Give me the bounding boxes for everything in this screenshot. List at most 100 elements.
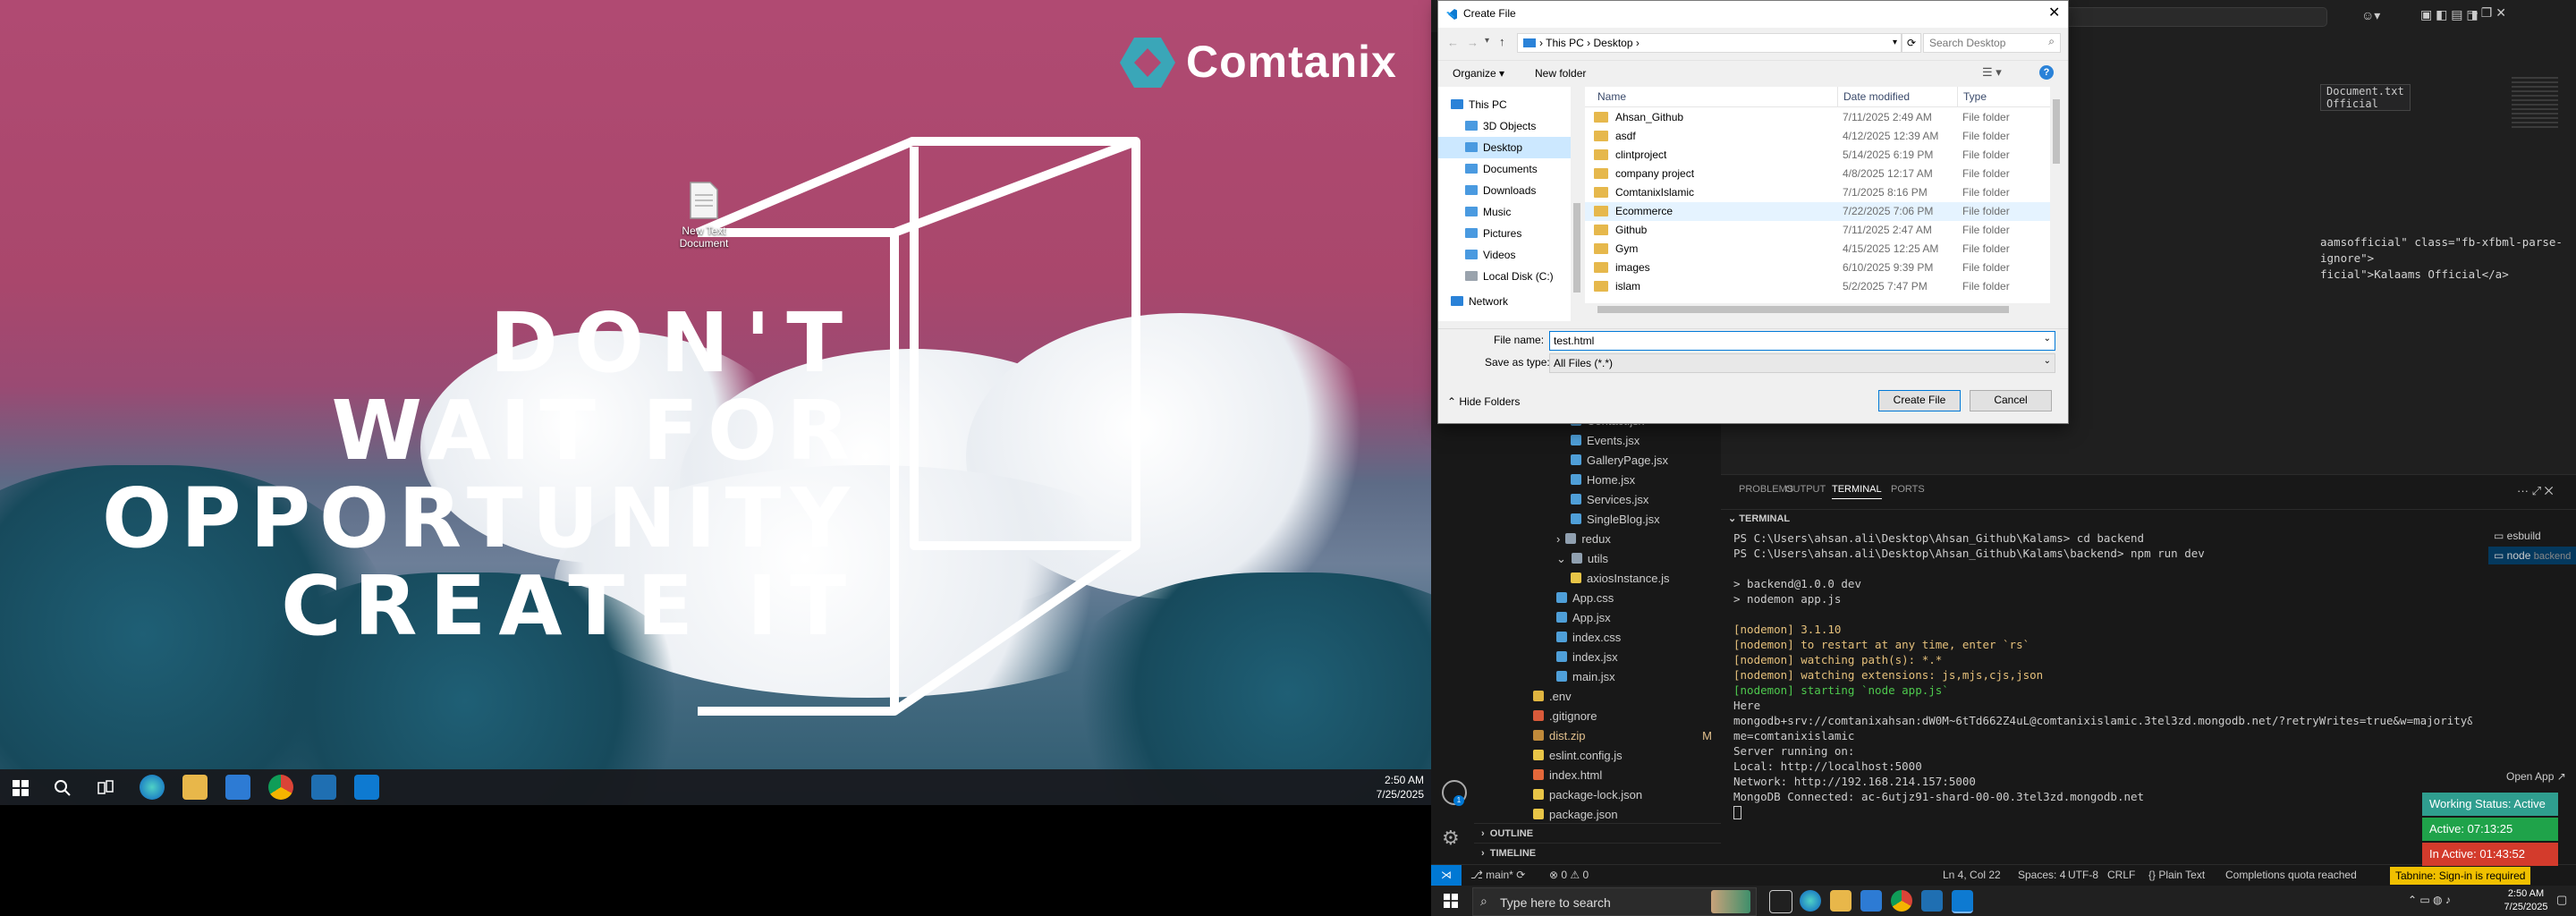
explorer-item[interactable]: App.jsx (1474, 608, 1721, 628)
explorer-item[interactable]: index.css (1474, 628, 1721, 648)
list-hscroll-thumb[interactable] (1597, 306, 2009, 313)
task-view-icon[interactable] (1769, 890, 1792, 913)
nav-item-music[interactable]: Music (1438, 201, 1571, 223)
task-view-icon[interactable] (97, 779, 114, 797)
view-options-icon[interactable]: ☰ ▾ (1982, 65, 2002, 80)
file-explorer-icon[interactable] (1830, 890, 1852, 912)
col-name[interactable]: Name (1597, 87, 1626, 106)
window-controls[interactable]: ─ ❐ ✕ (2469, 5, 2506, 21)
panel-tab-ports[interactable]: PORTS (1891, 484, 1925, 495)
address-bar[interactable]: › This PC › Desktop › ▾ (1517, 33, 1902, 53)
dialog-search-input[interactable]: Search Desktop ⌕ (1923, 33, 2061, 53)
explorer-item[interactable]: App.css (1474, 589, 1721, 608)
forward-arrow-icon[interactable]: → (1467, 36, 1479, 49)
file-row[interactable]: clintproject 5/14/2025 6:19 PM File folder (1585, 146, 2050, 165)
explorer-item[interactable]: main.jsx (1474, 667, 1721, 687)
remote-icon[interactable]: ⋊ (1431, 865, 1462, 886)
file-row[interactable]: Gym 4/15/2025 12:25 AM File folder (1585, 240, 2050, 259)
indentation[interactable]: Spaces: 4 (2018, 865, 2065, 885)
terminal-instance[interactable]: ▭ esbuild frontend (2488, 527, 2576, 560)
notification-center-icon[interactable]: ▢ (2556, 893, 2567, 907)
list-hscrollbar[interactable] (1585, 303, 2063, 316)
panel-tab-terminal[interactable]: TERMINAL (1832, 484, 1882, 499)
explorer-item[interactable]: eslint.config.js (1474, 746, 1721, 766)
open-app-link[interactable]: Open App ↗ (2506, 770, 2566, 783)
store-icon[interactable] (1860, 890, 1882, 912)
organize-menu[interactable]: Organize ▾ (1453, 67, 1504, 80)
cursor-position[interactable]: Ln 4, Col 22 (1943, 865, 2001, 885)
file-row[interactable]: images 6/10/2025 9:39 PM File folder (1585, 259, 2050, 277)
line-ending[interactable]: CRLF (2107, 865, 2135, 885)
copilot-icon[interactable]: ☺▾ (2361, 8, 2380, 23)
explorer-item[interactable]: index.html (1474, 766, 1721, 785)
new-folder-button[interactable]: New folder (1535, 67, 1586, 80)
nav-item-videos[interactable]: Videos (1438, 244, 1571, 266)
nav-item-local-disk-c[interactable]: Local Disk (C:) (1438, 266, 1571, 287)
windows-start-icon[interactable] (13, 780, 29, 796)
file-row[interactable]: company project 4/8/2025 12:17 AM File fol… (1585, 165, 2050, 183)
explorer-item[interactable]: .gitignore (1474, 707, 1721, 726)
nav-item-documents[interactable]: Documents (1438, 158, 1571, 180)
system-tray-icons[interactable]: ⌃ ▭ ◍ ♪ (2408, 894, 2451, 906)
chrome-icon[interactable] (268, 775, 293, 800)
explorer-item[interactable]: package.json (1474, 805, 1721, 825)
store-icon[interactable] (225, 775, 250, 800)
breadcrumb-item[interactable]: This PC (1546, 37, 1584, 49)
nav-scrollbar[interactable] (1571, 87, 1583, 321)
explorer-item[interactable]: Events.jsx (1474, 431, 1721, 451)
file-explorer-icon[interactable] (182, 775, 208, 800)
nav-item-pictures[interactable]: Pictures (1438, 223, 1571, 244)
terminal-instance[interactable]: ▭ node backend (2488, 547, 2576, 564)
problems-indicator[interactable]: ⊗ 0 ⚠ 0 (1549, 865, 1589, 885)
file-row[interactable]: asdf 4/12/2025 12:39 AM File folder (1585, 127, 2050, 146)
vscode-taskbar-icon[interactable] (1952, 890, 1973, 913)
app-icon[interactable] (311, 775, 336, 800)
command-center[interactable] (2057, 7, 2327, 27)
taskbar-search-box[interactable]: ⌕ Type here to search (1472, 887, 1757, 916)
file-name-dropdown-icon[interactable]: ⌄ (2044, 334, 2051, 344)
language-mode[interactable]: {} Plain Text (2148, 865, 2205, 885)
nav-item-3d-objects[interactable]: 3D Objects (1438, 115, 1571, 137)
back-arrow-icon[interactable]: ← (1447, 36, 1459, 49)
list-vscrollbar[interactable] (2050, 87, 2063, 303)
search-icon[interactable] (54, 779, 72, 797)
file-row[interactable]: ComtanixIslamic 7/1/2025 8:16 PM File fold… (1585, 183, 2050, 202)
explorer-item[interactable]: GalleryPage.jsx (1474, 451, 1721, 471)
edge-icon[interactable] (1800, 890, 1821, 912)
explorer-item[interactable]: .env (1474, 687, 1721, 707)
breadcrumb-item[interactable]: Desktop (1593, 37, 1632, 49)
hide-folders-toggle[interactable]: ⌃ Hide Folders (1447, 395, 1520, 408)
save-type-select[interactable]: All Files (*.*) ⌄ (1549, 353, 2055, 373)
explorer-item[interactable]: Home.jsx (1474, 471, 1721, 490)
vscode-taskbar-icon[interactable] (354, 775, 379, 800)
file-row[interactable]: Ahsan_Github 7/11/2025 2:49 AM File folder (1585, 108, 2050, 127)
windows-start-icon[interactable] (1444, 894, 1458, 908)
chrome-icon[interactable] (1891, 890, 1912, 912)
col-type[interactable]: Type (1957, 87, 1987, 106)
refresh-icon[interactable]: ⟳ (1902, 33, 1921, 53)
app-icon[interactable] (1921, 890, 1943, 912)
col-date[interactable]: Date modified (1837, 87, 1910, 106)
nav-item-network[interactable]: Network (1438, 291, 1571, 312)
tabnine-status[interactable]: Tabnine: Sign-in is required (2390, 867, 2531, 885)
explorer-item[interactable]: ⌄ utils (1474, 549, 1721, 569)
explorer-item[interactable]: index.jsx (1474, 648, 1721, 667)
code-view[interactable]: aamsofficial" class="fb-xfbml-parse-igno… (2320, 234, 2576, 283)
explorer-item[interactable]: axiosInstance.js (1474, 569, 1721, 589)
branch-indicator[interactable]: ⎇ main* ⟳ (1470, 865, 1525, 885)
encoding[interactable]: UTF-8 (2068, 865, 2098, 885)
explorer-item[interactable]: Services.jsx (1474, 490, 1721, 510)
create-file-button[interactable]: Create File (1878, 390, 1961, 411)
panel-actions-icon[interactable]: ··· ⤢ ✕ (2517, 484, 2554, 498)
explorer-item[interactable]: package-lock.json (1474, 785, 1721, 805)
panel-tab-output[interactable]: OUTPUT (1785, 484, 1826, 495)
terminal-output[interactable]: PS C:\Users\ahsan.ali\Desktop\Ahsan_Gith… (1721, 527, 2472, 831)
list-vscroll-thumb[interactable] (2053, 99, 2060, 164)
save-type-dropdown-icon[interactable]: ⌄ (2044, 356, 2051, 366)
up-arrow-icon[interactable]: ↑ (1499, 35, 1505, 48)
edge-icon[interactable] (140, 775, 165, 800)
desktop-file-icon[interactable]: New Text Document (673, 181, 735, 250)
explorer-item[interactable]: SingleBlog.jsx (1474, 510, 1721, 530)
nav-scrollbar-thumb[interactable] (1573, 203, 1580, 293)
file-row[interactable]: Github 7/11/2025 2:47 AM File folder (1585, 221, 2050, 240)
